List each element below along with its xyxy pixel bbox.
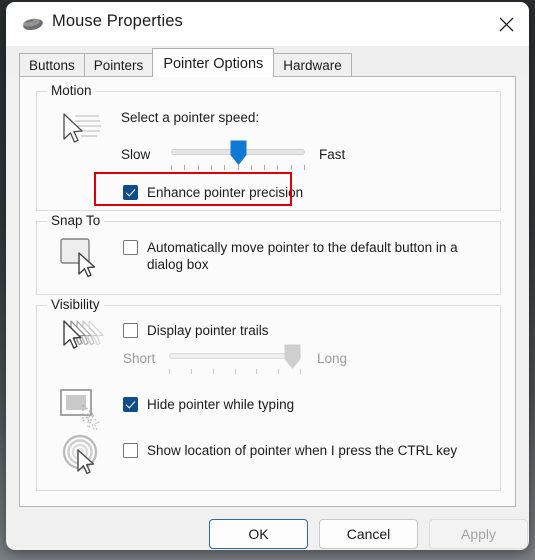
slider-tick	[290, 165, 292, 170]
hide-typing-label: Hide pointer while typing	[147, 397, 295, 412]
tab-strip: Buttons Pointers Pointer Options Hardwar…	[6, 46, 529, 77]
slider-tick	[304, 165, 305, 170]
pointer-motion-icon	[59, 110, 105, 155]
show-location-icon	[61, 434, 107, 481]
slider-tick	[277, 165, 279, 170]
tab-buttons[interactable]: Buttons	[19, 53, 85, 77]
slider-tick	[256, 369, 258, 374]
title-bar: Mouse Properties	[6, 2, 529, 46]
slider-slow-label: Slow	[121, 147, 151, 162]
hide-pointer-typing-checkbox[interactable]: Hide pointer while typing	[123, 396, 294, 413]
trails-short-label: Short	[123, 351, 156, 366]
enhance-precision-checkbox-box[interactable]	[123, 185, 138, 200]
pointer-speed-thumb[interactable]	[229, 140, 248, 166]
tab-pointers[interactable]: Pointers	[83, 53, 154, 77]
pointer-speed-label: Select a pointer speed:	[121, 110, 260, 125]
motion-group-title: Motion	[47, 83, 96, 98]
pointer-trails-icon	[59, 319, 107, 362]
slider-tick	[184, 165, 186, 170]
window-title: Mouse Properties	[52, 12, 183, 30]
pointer-trails-track[interactable]	[169, 353, 301, 359]
pointer-trails-label: Display pointer trails	[147, 323, 269, 338]
mouse-properties-dialog: Mouse Properties Buttons Pointers Pointe…	[6, 2, 529, 550]
cancel-button[interactable]: Cancel	[319, 519, 418, 549]
pointer-options-panel: Motion Select a pointer speed: Slow Fast	[19, 76, 516, 507]
hide-typing-checkbox-box[interactable]	[123, 397, 138, 412]
show-location-label: Show location of pointer when I press th…	[147, 443, 458, 458]
slider-tick	[169, 369, 170, 374]
slider-tick	[224, 165, 226, 170]
enhance-precision-label: Enhance pointer precision	[147, 185, 304, 200]
slider-tick	[250, 165, 252, 170]
slider-fast-label: Fast	[319, 147, 346, 162]
visibility-group-title: Visibility	[47, 297, 104, 312]
enhance-pointer-precision-checkbox[interactable]: Enhance pointer precision	[123, 184, 303, 201]
apply-button: Apply	[429, 519, 528, 549]
slider-tick	[237, 165, 239, 170]
slider-tick	[264, 165, 266, 170]
slider-tick	[278, 369, 280, 374]
snap-to-group: Snap To Automatically move pointer to th…	[36, 213, 501, 295]
pointer-trails-checkbox-box[interactable]	[123, 323, 138, 338]
auto-move-label: Automatically move pointer to the defaul…	[147, 240, 458, 272]
motion-group: Motion Select a pointer speed: Slow Fast	[36, 83, 501, 211]
default-button-pointer-icon	[59, 236, 105, 285]
visibility-group: Visibility Display pointer trails Short …	[36, 297, 501, 491]
tab-pointer-options[interactable]: Pointer Options	[152, 48, 275, 77]
slider-tick	[212, 369, 214, 374]
pointer-trails-ticks	[169, 369, 301, 375]
slider-tick	[197, 165, 199, 170]
close-icon[interactable]	[483, 2, 529, 46]
display-pointer-trails-checkbox[interactable]: Display pointer trails	[123, 322, 269, 339]
hide-pointer-typing-icon	[59, 388, 107, 435]
ok-button[interactable]: OK	[209, 519, 308, 549]
slider-tick	[300, 369, 301, 374]
show-location-checkbox[interactable]: Show location of pointer when I press th…	[123, 442, 457, 459]
slider-tick	[210, 165, 212, 170]
auto-move-pointer-checkbox[interactable]: Automatically move pointer to the defaul…	[123, 239, 478, 273]
slider-tick	[171, 165, 172, 170]
slider-tick	[234, 369, 236, 374]
slider-tick	[190, 369, 192, 374]
pointer-trails-thumb[interactable]	[283, 344, 302, 370]
trails-long-label: Long	[317, 351, 348, 366]
mouse-icon	[22, 16, 44, 32]
show-location-checkbox-box[interactable]	[123, 443, 138, 458]
pointer-speed-ticks	[171, 165, 305, 171]
snap-to-group-title: Snap To	[47, 213, 105, 228]
auto-move-checkbox-box[interactable]	[123, 240, 138, 255]
tab-hardware[interactable]: Hardware	[273, 53, 352, 77]
